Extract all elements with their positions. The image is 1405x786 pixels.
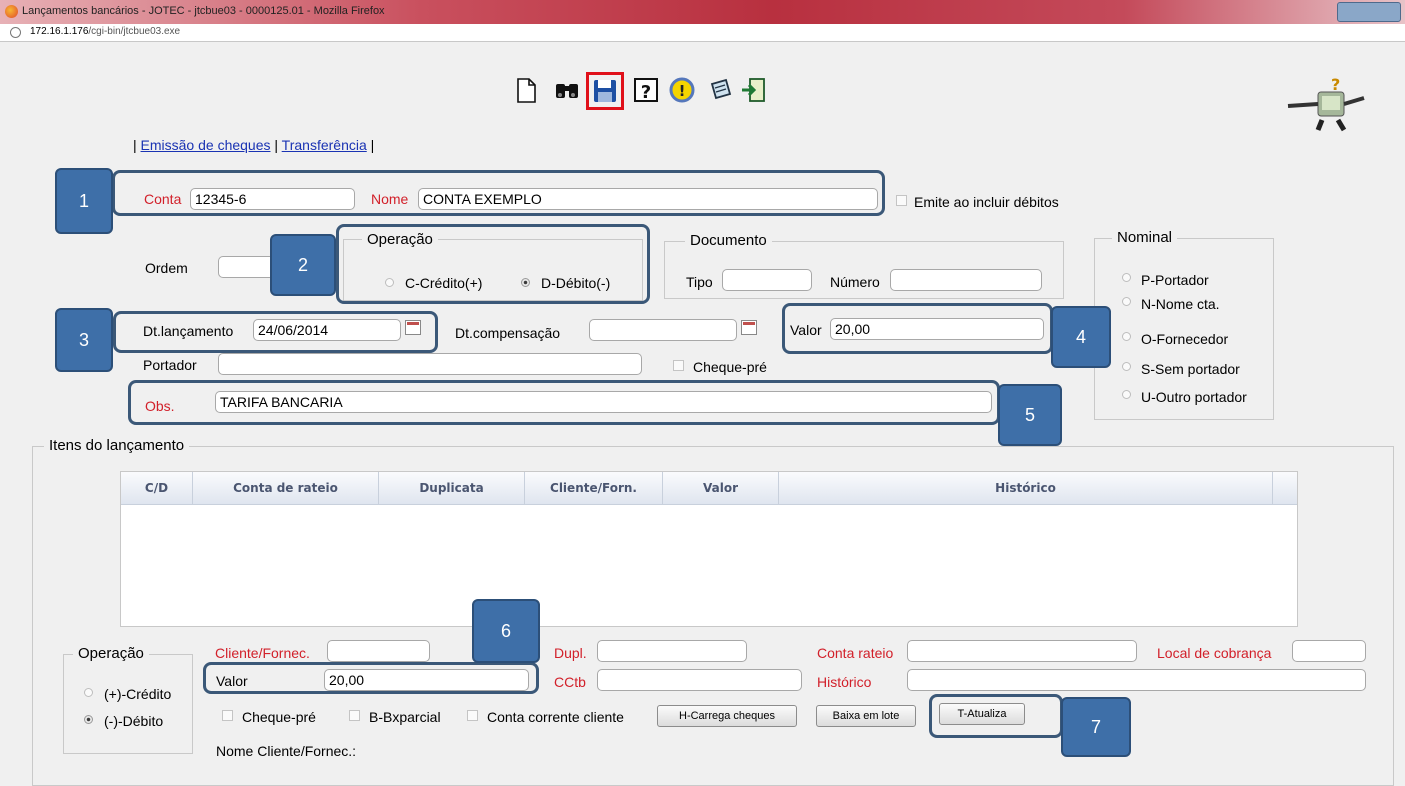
col-historico[interactable]: Histórico [779, 472, 1273, 504]
historico-label: Histórico [817, 674, 872, 690]
itens-debito-radio[interactable] [84, 715, 93, 724]
itens-cheque-pre-checkbox[interactable] [222, 710, 233, 721]
nominal-s-radio[interactable] [1122, 362, 1131, 371]
itens-operacao-group [63, 654, 193, 754]
save-floppy-icon[interactable] [586, 72, 624, 110]
conta-corrente-label: Conta corrente cliente [487, 709, 624, 725]
bxparcial-checkbox[interactable] [349, 710, 360, 721]
documento-title: Documento [685, 232, 772, 249]
cliente-fornec-label: Cliente/Fornec. [215, 645, 310, 661]
window-title: Lançamentos bancários - JOTEC - jtcbue03… [22, 5, 385, 17]
svg-text:?: ? [641, 82, 651, 103]
local-cobranca-label: Local de cobrança [1157, 645, 1272, 661]
nome-cliente-fornec-label: Nome Cliente/Fornec.: [216, 743, 357, 759]
site-identity-icon [10, 27, 21, 38]
address-bar[interactable]: 172.16.1.176/cgi-bin/jtcbue03.exe [0, 24, 1405, 42]
emite-label: Emite ao incluir débitos [914, 194, 1059, 210]
itens-grid-header: C/D Conta de rateio Duplicata Cliente/Fo… [121, 472, 1297, 505]
portador-label: Portador [143, 357, 197, 373]
svg-text:!: ! [679, 82, 686, 100]
itens-cheque-pre-label: Cheque-pré [242, 709, 316, 725]
highlight-box-5 [128, 380, 1000, 425]
itens-title: Itens do lançamento [44, 437, 190, 454]
col-conta-rateio[interactable]: Conta de rateio [193, 472, 379, 504]
cctb-input[interactable] [597, 669, 802, 691]
historico-input[interactable] [907, 669, 1366, 691]
nominal-p-label: P-Portador [1141, 272, 1209, 288]
window-titlebar: Lançamentos bancários - JOTEC - jtcbue03… [0, 0, 1405, 24]
col-cliente-forn[interactable]: Cliente/Forn. [525, 472, 663, 504]
tipo-input[interactable] [722, 269, 812, 291]
calendar-icon[interactable] [741, 320, 757, 335]
cliente-fornec-input[interactable] [327, 640, 430, 662]
nominal-n-label: N-Nome cta. [1141, 296, 1220, 312]
itens-credito-label: (+)-Crédito [104, 686, 172, 702]
conta-rateio-input[interactable] [907, 640, 1137, 662]
carrega-cheques-button[interactable]: H-Carrega cheques [657, 705, 797, 727]
callout-badge-1: 1 [55, 168, 113, 234]
callout-badge-3: 3 [55, 308, 113, 372]
cheque-pre-label: Cheque-pré [693, 359, 767, 375]
cheque-pre-checkbox[interactable] [673, 360, 684, 371]
firefox-icon [5, 5, 18, 18]
local-cobranca-input[interactable] [1292, 640, 1366, 662]
numero-input[interactable] [890, 269, 1042, 291]
itens-debito-label: (-)-Débito [104, 713, 164, 729]
nominal-u-radio[interactable] [1122, 390, 1131, 399]
bxparcial-label: B-Bxparcial [369, 709, 441, 725]
emissao-cheques-link[interactable]: Emissão de cheques [141, 137, 271, 153]
highlight-box-4 [782, 303, 1053, 354]
nominal-p-radio[interactable] [1122, 273, 1131, 282]
highlight-box-1 [112, 170, 885, 216]
conta-corrente-checkbox[interactable] [467, 710, 478, 721]
new-document-icon[interactable] [512, 76, 540, 104]
ordem-input[interactable] [218, 256, 278, 278]
numero-label: Número [830, 274, 880, 290]
svg-text:?: ? [1331, 75, 1340, 94]
emite-checkbox[interactable] [896, 195, 907, 206]
dupl-label: Dupl. [554, 645, 587, 661]
exit-door-icon[interactable] [740, 76, 768, 104]
url-text: 172.16.1.176/cgi-bin/jtcbue03.exe [30, 26, 181, 37]
callout-badge-7: 7 [1061, 697, 1131, 757]
highlight-box-6 [203, 662, 539, 694]
binoculars-search-icon[interactable] [553, 76, 581, 104]
nominal-n-radio[interactable] [1122, 297, 1131, 306]
nominal-o-radio[interactable] [1122, 332, 1131, 341]
window-controls[interactable] [1337, 2, 1401, 22]
nominal-s-label: S-Sem portador [1141, 361, 1240, 377]
dupl-input[interactable] [597, 640, 747, 662]
baixa-lote-button[interactable]: Baixa em lote [816, 705, 916, 727]
nominal-u-label: U-Outro portador [1141, 389, 1247, 405]
cctb-label: CCtb [554, 674, 586, 690]
nominal-title: Nominal [1112, 229, 1178, 246]
callout-badge-4: 4 [1051, 306, 1111, 368]
col-valor[interactable]: Valor [663, 472, 779, 504]
callout-badge-6: 6 [472, 599, 540, 663]
tipo-label: Tipo [686, 274, 713, 290]
warning-icon[interactable]: ! [668, 76, 696, 104]
help-question-icon[interactable]: ? [632, 76, 660, 104]
itens-credito-radio[interactable] [84, 688, 93, 697]
transferencia-link[interactable]: Transferência [282, 137, 367, 153]
itens-operacao-title: Operação [73, 645, 149, 662]
highlight-box-2 [336, 224, 650, 304]
highlight-box-7 [929, 694, 1063, 738]
edit-note-icon[interactable] [706, 76, 734, 104]
ordem-label: Ordem [145, 260, 188, 276]
callout-badge-2: 2 [270, 234, 336, 296]
highlight-box-3 [113, 311, 438, 353]
dt-compensacao-input[interactable] [589, 319, 737, 341]
portador-input[interactable] [218, 353, 642, 375]
top-links: | Emissão de cheques | Transferência | [133, 137, 375, 153]
dt-compensacao-label: Dt.compensação [455, 325, 561, 341]
callout-badge-5: 5 [998, 384, 1062, 446]
help-mascot-icon[interactable]: ? [1282, 74, 1372, 144]
nominal-o-label: O-Fornecedor [1141, 331, 1229, 347]
col-duplicata[interactable]: Duplicata [379, 472, 525, 504]
conta-rateio-label: Conta rateio [817, 645, 894, 661]
col-cd[interactable]: C/D [121, 472, 193, 504]
